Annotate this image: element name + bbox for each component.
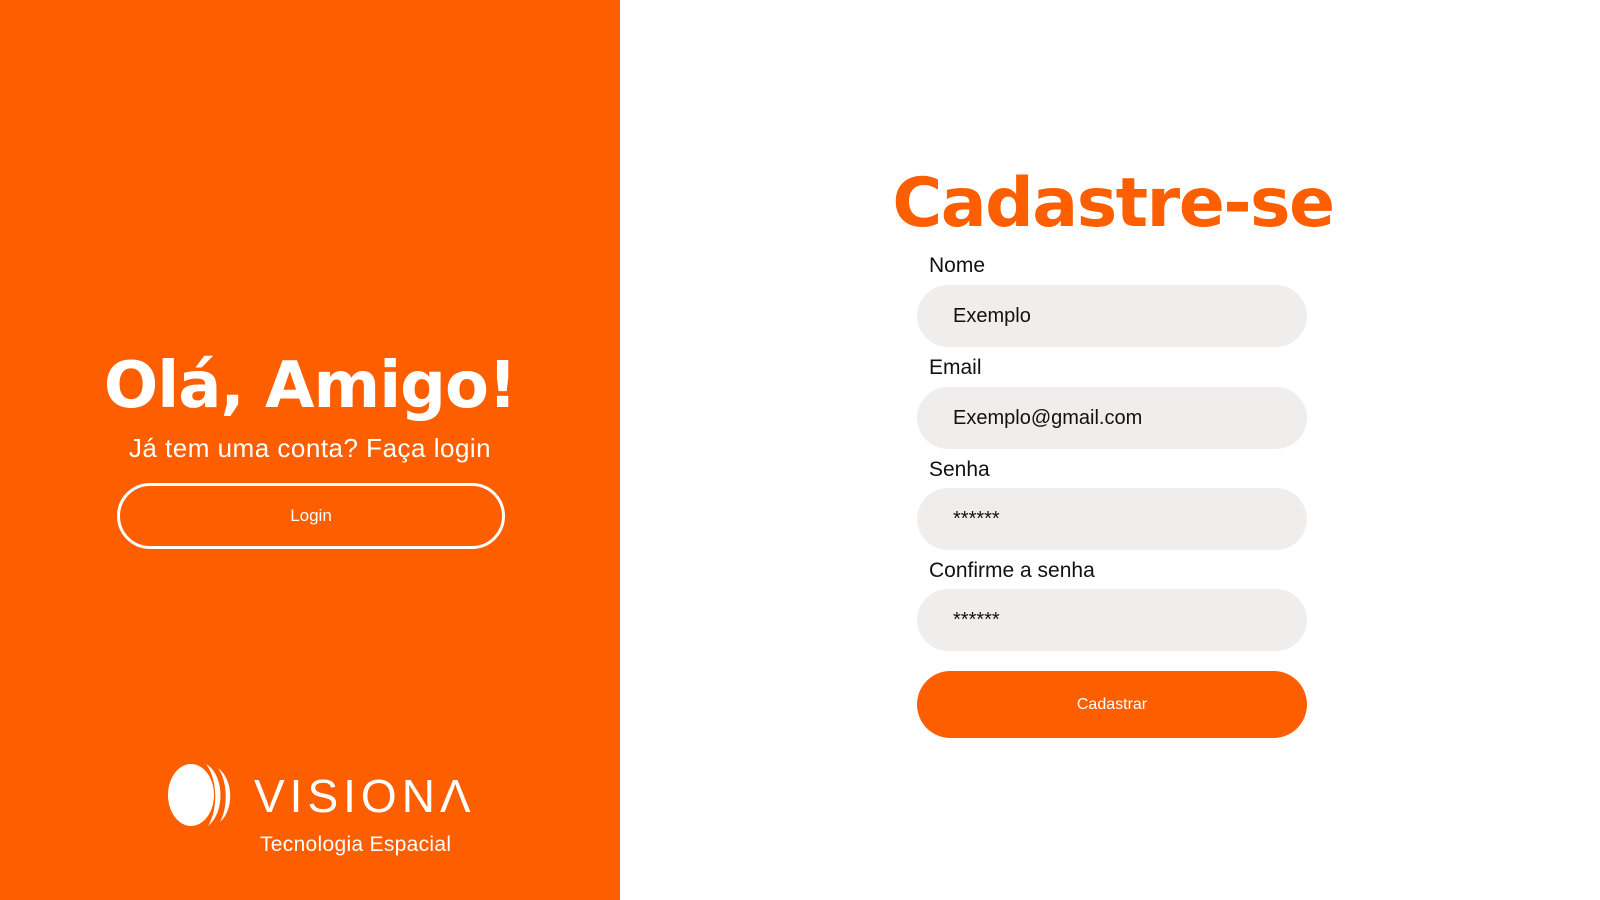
login-button[interactable]: Login — [117, 483, 505, 549]
name-input[interactable] — [917, 285, 1307, 347]
logo-wordmark: VISIONΛ — [254, 770, 476, 822]
welcome-panel: Olá, Amigo! Já tem uma conta? Faça login… — [0, 0, 620, 900]
logo-tagline: Tecnologia Espacial — [260, 833, 452, 856]
signup-page: Olá, Amigo! Já tem uma conta? Faça login… — [0, 0, 1600, 900]
confirm-password-input[interactable] — [917, 589, 1307, 651]
greeting-title: Olá, Amigo! — [103, 349, 517, 423]
visiona-logo: VISIONΛ Tecnologia Espacial — [168, 762, 471, 862]
password-input[interactable] — [917, 488, 1307, 550]
name-label: Nome — [929, 254, 986, 277]
confirm-password-label: Confirme a senha — [929, 559, 1095, 582]
password-label: Senha — [929, 458, 990, 481]
email-input[interactable] — [917, 387, 1307, 449]
register-button[interactable]: Cadastrar — [917, 671, 1307, 738]
signup-form-panel: Cadastre-se Nome Email Senha Confirme a … — [620, 0, 1600, 900]
greeting-subtitle: Já tem uma conta? Faça login — [128, 433, 492, 463]
visiona-logo-icon — [168, 764, 231, 826]
email-label: Email — [929, 356, 982, 379]
form-title: Cadastre-se — [892, 164, 1335, 243]
